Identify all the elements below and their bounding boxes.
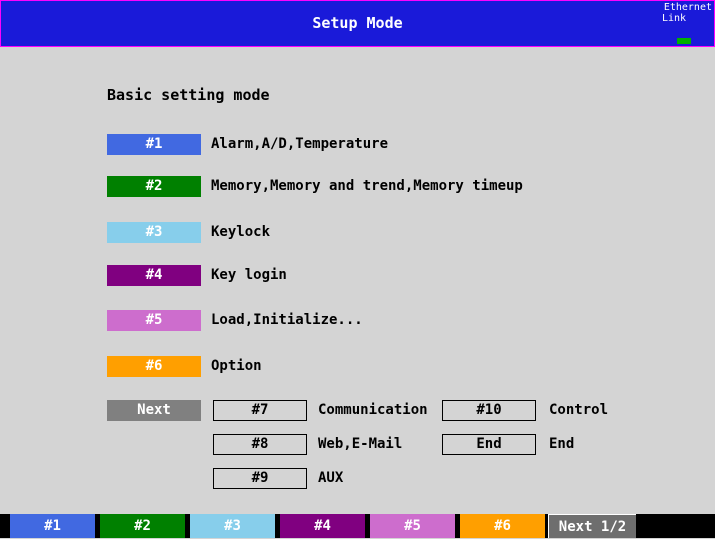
menu-label-5: Load,Initialize... <box>211 312 363 328</box>
menu-key-4[interactable]: #4 <box>107 265 201 286</box>
softkey-next-page[interactable]: Next 1/2 <box>548 514 636 538</box>
menu-label-6: Option <box>211 358 262 374</box>
next-menu-label-end: End <box>549 436 575 452</box>
menu-label-4: Key login <box>211 267 287 283</box>
menu-label-1: Alarm,A/D,Temperature <box>211 136 389 152</box>
menu-key-6[interactable]: #6 <box>107 356 201 377</box>
ethernet-status-label: Ethernet <box>663 2 712 13</box>
softkey-5[interactable]: #5 <box>370 514 455 538</box>
softkey-1[interactable]: #1 <box>10 514 95 538</box>
next-menu-label-9: AUX <box>318 470 344 486</box>
next-menu-key-10: #10 <box>442 400 536 421</box>
next-menu-key-end: End <box>442 434 536 455</box>
softkey-4[interactable]: #4 <box>280 514 365 538</box>
next-menu-label-10: Control <box>549 402 609 418</box>
next-menu-label-8: Web,E-Mail <box>318 436 403 452</box>
menu-key-next[interactable]: Next <box>107 400 201 421</box>
next-menu-label-7: Communication <box>318 402 428 418</box>
softkey-2[interactable]: #2 <box>100 514 185 538</box>
menu-label-3: Keylock <box>211 224 271 240</box>
title-bar: Setup Mode Ethernet Link <box>0 0 715 47</box>
menu-label-2: Memory,Memory and trend,Memory timeup <box>211 178 523 194</box>
ethernet-link-led <box>677 38 691 44</box>
softkey-6[interactable]: #6 <box>460 514 545 538</box>
next-menu-key-7: #7 <box>213 400 307 421</box>
page-title: Setup Mode <box>312 14 403 32</box>
softkey-3[interactable]: #3 <box>190 514 275 538</box>
menu-key-1[interactable]: #1 <box>107 134 201 155</box>
next-menu-key-9: #9 <box>213 468 307 489</box>
mode-subtitle: Basic setting mode <box>107 86 270 104</box>
menu-key-5[interactable]: #5 <box>107 310 201 331</box>
menu-key-3[interactable]: #3 <box>107 222 201 243</box>
next-menu-key-8: #8 <box>213 434 307 455</box>
menu-key-2[interactable]: #2 <box>107 176 201 197</box>
ethernet-link-label: Link <box>662 13 687 24</box>
